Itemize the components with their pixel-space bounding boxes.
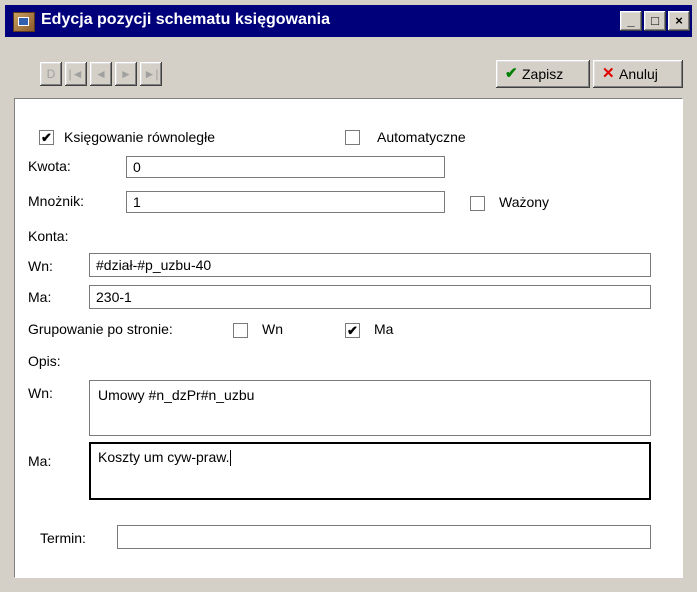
term-input[interactable] [117, 525, 651, 549]
grouping-debit-checkbox[interactable] [233, 323, 248, 338]
description-heading: Opis: [28, 353, 61, 369]
description-debit-label: Wn: [28, 385, 53, 401]
term-label: Termin: [40, 530, 86, 546]
nav-last-button[interactable]: ►| [140, 62, 162, 86]
close-x-icon: ✕ [602, 65, 615, 82]
cancel-button-label: Anuluj [619, 66, 658, 82]
nav-new-button[interactable]: D [40, 62, 62, 86]
parallel-posting-label: Księgowanie równoległe [64, 129, 215, 145]
description-credit-label: Ma: [28, 453, 52, 469]
nav-next-button[interactable]: ► [115, 62, 137, 86]
nav-first-button[interactable]: |◄ [65, 62, 87, 86]
automatic-checkbox[interactable] [345, 130, 360, 145]
weighted-label: Ważony [499, 194, 550, 210]
parallel-posting-checkbox[interactable]: ✔ [39, 130, 54, 145]
description-credit-text: Koszty um cyw-praw. [98, 449, 230, 465]
edit-dialog-window: Edycja pozycji schematu księgowania _ □ … [0, 0, 697, 592]
check-icon: ✔ [505, 65, 518, 82]
account-credit-label: Ma: [28, 289, 52, 305]
grouping-credit-label: Ma [374, 321, 394, 337]
maximize-button[interactable]: □ [644, 11, 666, 31]
description-debit-textarea[interactable]: Umowy #n_dzPr#n_uzbu [89, 380, 651, 436]
window-title: Edycja pozycji schematu księgowania [41, 11, 330, 28]
save-button[interactable]: ✔ Zapisz [496, 60, 590, 88]
form-panel: ✔ Księgowanie równoległe Automatyczne Kw… [14, 98, 683, 578]
title-bar[interactable]: Edycja pozycji schematu księgowania _ □ … [5, 5, 692, 37]
automatic-label: Automatyczne [377, 129, 466, 145]
accounts-heading: Konta: [28, 228, 69, 244]
close-button[interactable]: × [668, 11, 690, 31]
account-credit-input[interactable]: 230-1 [89, 285, 651, 309]
multiplier-label: Mnożnik: [28, 193, 85, 209]
nav-prev-button[interactable]: ◄ [90, 62, 112, 86]
minimize-button[interactable]: _ [620, 11, 642, 31]
grouping-label: Grupowanie po stronie: [28, 321, 173, 337]
grouping-debit-label: Wn [262, 321, 283, 337]
app-icon [13, 12, 35, 32]
grouping-credit-checkbox[interactable]: ✔ [345, 323, 360, 338]
save-button-label: Zapisz [522, 66, 564, 82]
amount-label: Kwota: [28, 158, 71, 174]
weighted-checkbox[interactable] [470, 196, 485, 211]
description-credit-textarea[interactable]: Koszty um cyw-praw. [89, 442, 651, 500]
cancel-button[interactable]: ✕ Anuluj [593, 60, 683, 88]
multiplier-input[interactable]: 1 [126, 191, 445, 213]
account-debit-input[interactable]: #dział-#p_uzbu-40 [89, 253, 651, 277]
account-debit-label: Wn: [28, 258, 53, 274]
text-caret [230, 450, 232, 467]
amount-input[interactable]: 0 [126, 156, 445, 178]
